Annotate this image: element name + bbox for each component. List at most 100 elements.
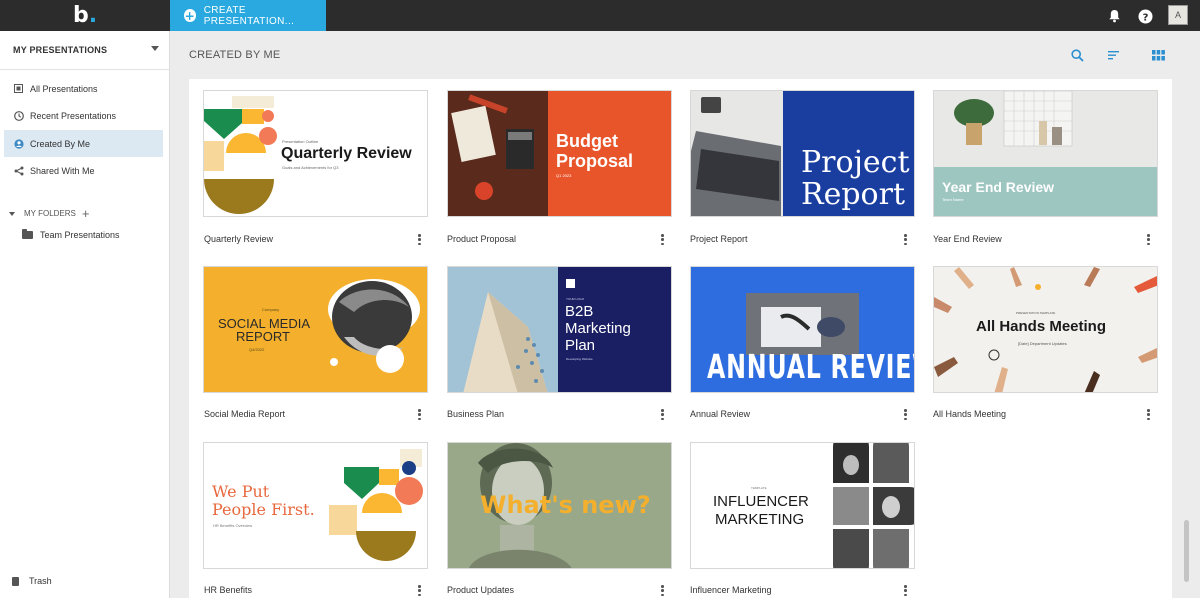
app-logo[interactable]: b. [0, 0, 170, 31]
thumbnail-art [448, 267, 575, 392]
sidebar-item-label: Recent Presentations [30, 110, 117, 121]
more-options-icon[interactable] [904, 409, 907, 420]
caret-down-icon [9, 211, 15, 216]
sidebar-item-label: Created By Me [30, 138, 91, 149]
thumbnail-art [934, 91, 1157, 216]
thumbnail-subtitle: HR Benefits Overview [213, 523, 253, 528]
more-options-icon[interactable] [418, 585, 421, 596]
thumbnail-subtitle: Q4/2022 [249, 347, 265, 352]
all-presentations-icon [13, 83, 24, 94]
add-folder-icon[interactable]: + [82, 206, 90, 221]
thumbnail-title: All Hands Meeting [976, 318, 1107, 335]
more-options-icon[interactable] [418, 234, 421, 245]
thumbnail-small-text: Presentation Outline [282, 139, 319, 144]
presentation-card[interactable]: PRESENTATION TEMPLATE All Hands Meeting … [933, 266, 1158, 393]
sidebar-item-all-presentations[interactable]: All Presentations [4, 75, 163, 102]
thumbnail-title-line2: Marketing [565, 320, 631, 337]
thumbnail-subtitle: Team Name [942, 197, 964, 202]
thumbnail-title-line2: Report [801, 177, 906, 212]
thumbnail-small-text: PRESENTATION TEMPLATE [1016, 311, 1056, 315]
user-icon [13, 138, 24, 149]
more-options-icon[interactable] [418, 409, 421, 420]
thumbnail-small-text: YOUR LOGO [566, 297, 585, 301]
thumbnail-title-line1: INFLUENCER [713, 493, 809, 510]
thumbnail-subtitle: [Date] Department Updates [1018, 341, 1067, 346]
thumbnail-title: What's new? [480, 491, 651, 519]
sort-icon[interactable] [1107, 48, 1121, 62]
presentation-title[interactable]: Project Report [690, 234, 748, 244]
more-options-icon[interactable] [904, 234, 907, 245]
plus-icon: + [184, 8, 196, 23]
page-title: CREATED BY ME [189, 49, 281, 61]
presentation-card[interactable]: Budget Proposal Q1 2023 [447, 90, 672, 217]
thumbnail-subtitle: Developing Website [566, 357, 593, 361]
thumbnail-title-line1: Project [801, 145, 910, 180]
more-options-icon[interactable] [1147, 409, 1150, 420]
clock-icon [13, 110, 24, 121]
trash-link[interactable]: Trash [12, 576, 52, 586]
presentation-card[interactable]: Company SOCIAL MEDIA REPORT Q4/2022 [203, 266, 428, 393]
presentation-card[interactable]: Presentation Outline Quarterly Review Go… [203, 90, 428, 217]
more-options-icon[interactable] [1147, 234, 1150, 245]
presentation-card[interactable]: ANNUAL REVIEW [690, 266, 915, 393]
trash-icon [12, 576, 19, 586]
presentation-card[interactable]: What's new? [447, 442, 672, 569]
scrollbar-thumb[interactable] [1184, 520, 1189, 582]
thumbnail-subtitle: Q1 2023 [556, 173, 572, 178]
divider [0, 69, 170, 70]
presentation-card[interactable]: Project Report [690, 90, 915, 217]
more-options-icon[interactable] [904, 585, 907, 596]
my-folders-header[interactable]: MY FOLDERS + [9, 206, 89, 221]
sidebar-item-created-by-me[interactable]: Created By Me [4, 130, 163, 157]
svg-text:?: ? [1142, 12, 1148, 23]
thumbnail-title-line2: People First. [212, 500, 315, 519]
presentation-card[interactable]: TEMPLATE INFLUENCER MARKETING [690, 442, 915, 569]
bell-icon[interactable] [1105, 7, 1123, 25]
thumbnail-small-text: TEMPLATE [751, 486, 767, 490]
presentation-card[interactable]: YOUR LOGO B2B Marketing Plan Developing … [447, 266, 672, 393]
thumbnail-small-text: Company [262, 307, 280, 312]
user-avatar[interactable]: A [1168, 5, 1188, 25]
presentation-title[interactable]: Influencer Marketing [690, 585, 772, 595]
help-icon[interactable]: ? [1136, 7, 1154, 25]
folder-item-team-presentations[interactable]: Team Presentations [22, 229, 120, 240]
thumbnail-title-line2: Proposal [556, 151, 634, 171]
presentation-title[interactable]: Business Plan [447, 409, 504, 419]
presentation-card[interactable]: We Put People First. HR Benefits Overvie… [203, 442, 428, 569]
thumbnail-title-line1: B2B [565, 303, 594, 320]
my-folders-label: MY FOLDERS [24, 209, 76, 218]
trash-label: Trash [29, 576, 52, 586]
create-presentation-label: CREATE PRESENTATION... [203, 4, 295, 27]
sidebar-item-shared-with-me[interactable]: Shared With Me [4, 157, 163, 184]
sidebar-item-label: Shared With Me [30, 165, 95, 176]
presentation-title[interactable]: Quarterly Review [204, 234, 273, 244]
share-icon [13, 165, 24, 176]
thumbnail-title-line1: We Put [212, 482, 270, 501]
thumbnail-subtitle: Goals and Achievements for Q3 [282, 165, 339, 170]
presentation-title[interactable]: Product Proposal [447, 234, 516, 244]
chevron-down-icon[interactable] [151, 46, 159, 51]
presentation-card[interactable]: Year End Review Team Name [933, 90, 1158, 217]
thumbnail-title: Quarterly Review [281, 145, 412, 162]
presentation-title[interactable]: Product Updates [447, 585, 514, 595]
more-options-icon[interactable] [661, 234, 664, 245]
more-options-icon[interactable] [661, 585, 664, 596]
more-options-icon[interactable] [661, 409, 664, 420]
folder-label: Team Presentations [40, 230, 120, 240]
search-icon[interactable] [1070, 48, 1084, 62]
thumbnail-title-line3: Plan [565, 337, 596, 354]
presentation-title[interactable]: Annual Review [690, 409, 750, 419]
presentation-title[interactable]: All Hands Meeting [933, 409, 1006, 419]
create-presentation-button[interactable]: + CREATE PRESENTATION... [170, 0, 326, 31]
sidebar: MY PRESENTATIONS All Presentations Recen… [0, 31, 170, 598]
thumbnail-title-line2: MARKETING [715, 511, 805, 528]
top-bar: b. + CREATE PRESENTATION... ? A [0, 0, 1200, 31]
presentation-title[interactable]: HR Benefits [204, 585, 252, 595]
grid-view-icon[interactable] [1151, 48, 1165, 62]
sidebar-item-label: All Presentations [30, 83, 98, 94]
presentation-title[interactable]: Year End Review [933, 234, 1002, 244]
sidebar-item-recent-presentations[interactable]: Recent Presentations [4, 102, 163, 129]
sidebar-title: MY PRESENTATIONS [13, 45, 108, 55]
presentation-title[interactable]: Social Media Report [204, 409, 285, 419]
thumbnail-title: ANNUAL REVIEW [707, 347, 914, 386]
